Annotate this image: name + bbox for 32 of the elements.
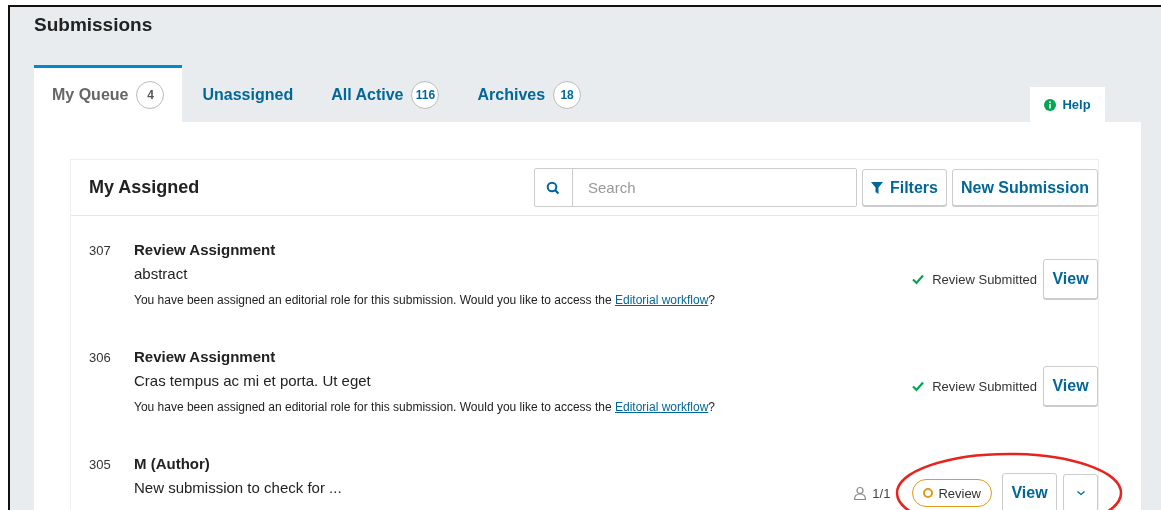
notice-text: You have been assigned an editorial role for this submission. Would you like to access the Editorial workflow?: [134, 293, 716, 307]
help-tab[interactable]: Help: [1030, 87, 1105, 122]
view-button[interactable]: View: [1002, 473, 1057, 510]
submission-id: 306: [89, 349, 112, 367]
tab[interactable]: My Queue 4: [34, 65, 183, 122]
submission-title: New submission to check for ...: [134, 479, 343, 498]
list-title: My Assigned: [89, 177, 201, 198]
view-button[interactable]: View: [1043, 366, 1098, 406]
notice-text: You have been assigned an editorial role for this submission. Would you like to access the Editorial workflow?: [134, 400, 716, 414]
tab[interactable]: Archives 18: [459, 67, 600, 122]
tab[interactable]: Unassigned: [184, 67, 312, 122]
status-text: Review Submitted: [932, 271, 1037, 287]
submission-id: 307: [89, 242, 112, 260]
submission-author: Review Assignment: [134, 348, 277, 367]
count-badge: 116: [411, 80, 440, 109]
filters-button[interactable]: Filters: [861, 169, 947, 206]
page-title: Submissions: [34, 14, 154, 37]
submission-title: Cras tempus ac mi et porta. Ut eget: [134, 372, 372, 391]
participant-count: 1/1: [872, 485, 891, 501]
editorial-workflow-link[interactable]: Editorial workflow: [614, 400, 709, 414]
submission-author: Review Assignment: [134, 241, 277, 260]
submission-title: abstract: [134, 265, 189, 284]
tab[interactable]: All Active 116: [313, 67, 458, 122]
status-text: Review Submitted: [932, 378, 1037, 394]
view-button[interactable]: View: [1043, 259, 1098, 299]
submission-id: 305: [89, 456, 112, 474]
submission-author: M (Author): [134, 455, 211, 474]
editorial-workflow-link[interactable]: Editorial workflow: [614, 293, 709, 307]
search-field[interactable]: Search: [533, 168, 857, 207]
new-submission-button[interactable]: New Submission: [951, 169, 1098, 206]
count-badge: 4: [136, 81, 165, 109]
count-badge: 18: [553, 80, 582, 109]
